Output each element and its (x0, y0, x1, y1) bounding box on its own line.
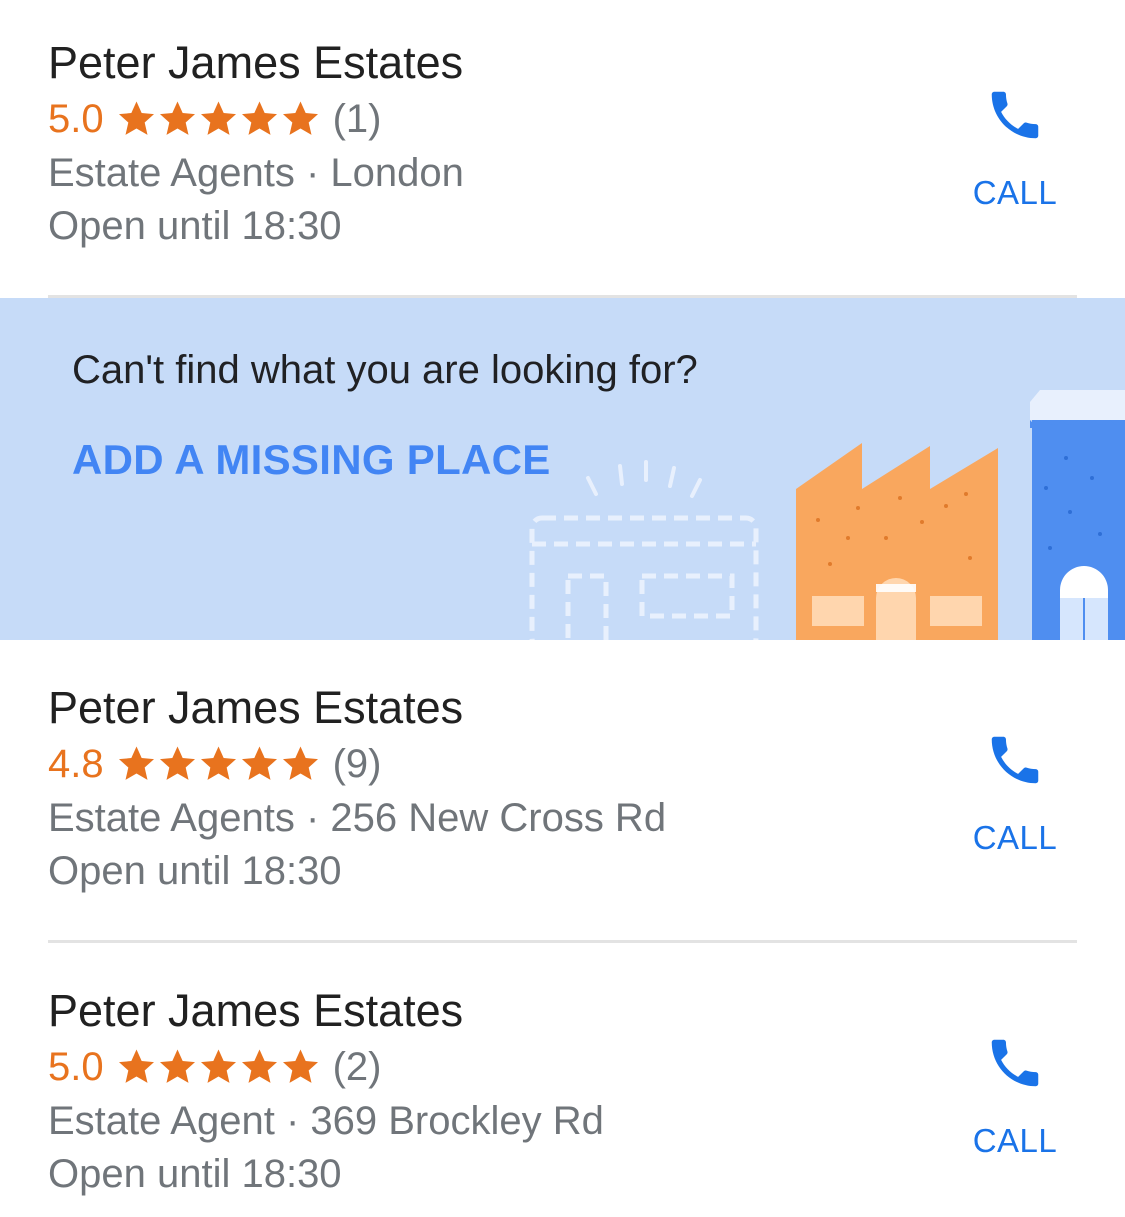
listing-item[interactable]: Peter James Estates 5.0 (2) Estate Agent… (0, 943, 1125, 1217)
listing-name: Peter James Estates (48, 682, 464, 733)
star-icon (282, 746, 318, 780)
missing-place-prompt: Can't find what you are looking for? (72, 348, 698, 392)
review-count: (9) (332, 742, 382, 786)
listing-item[interactable]: Peter James Estates 5.0 (1) Estate Agent… (0, 0, 1125, 296)
rating-value: 5.0 (48, 97, 104, 141)
star-icon (241, 101, 277, 135)
star-icon (241, 1049, 277, 1083)
call-label: CALL (972, 819, 1058, 856)
call-label: CALL (972, 174, 1058, 211)
star-icon (282, 1049, 318, 1083)
listing-name: Peter James Estates (48, 37, 464, 88)
star-icon (200, 1049, 236, 1083)
listing-category-location: Estate Agents · London (48, 151, 464, 195)
missing-place-banner: Can't find what you are looking for? ADD… (0, 298, 1125, 640)
star-icon (118, 746, 154, 780)
star-rating (116, 99, 321, 139)
phone-icon (991, 91, 1039, 139)
call-button[interactable]: CALL (960, 1032, 1070, 1160)
call-button[interactable]: CALL (960, 84, 1070, 212)
star-icon (118, 101, 154, 135)
call-label: CALL (972, 1122, 1058, 1159)
star-icon (200, 101, 236, 135)
listing-hours: Open until 18:30 (48, 1152, 342, 1196)
listing-category-location: Estate Agents · 256 New Cross Rd (48, 796, 667, 840)
review-count: (1) (332, 97, 382, 141)
phone-icon (991, 736, 1039, 784)
rating-value: 5.0 (48, 1045, 104, 1089)
listing-item[interactable]: Peter James Estates 4.8 (9) Estate Agent… (0, 640, 1125, 940)
listing-hours: Open until 18:30 (48, 204, 342, 248)
star-icon (118, 1049, 154, 1083)
star-rating (116, 1047, 321, 1087)
rating-row: 4.8 (9) (48, 737, 382, 791)
rating-value: 4.8 (48, 742, 104, 786)
star-icon (241, 746, 277, 780)
phone-icon (991, 1039, 1039, 1087)
call-button[interactable]: CALL (960, 729, 1070, 857)
rating-row: 5.0 (2) (48, 1040, 382, 1094)
review-count: (2) (332, 1045, 382, 1089)
listing-hours: Open until 18:30 (48, 849, 342, 893)
star-rating (116, 744, 321, 784)
star-icon (200, 746, 236, 780)
rating-row: 5.0 (1) (48, 92, 382, 146)
star-icon (159, 1049, 195, 1083)
star-icon (282, 101, 318, 135)
listing-name: Peter James Estates (48, 985, 464, 1036)
star-icon (159, 746, 195, 780)
star-icon (159, 101, 195, 135)
add-missing-place-link[interactable]: ADD A MISSING PLACE (72, 436, 551, 484)
listing-category-location: Estate Agent · 369 Brockley Rd (48, 1099, 604, 1143)
